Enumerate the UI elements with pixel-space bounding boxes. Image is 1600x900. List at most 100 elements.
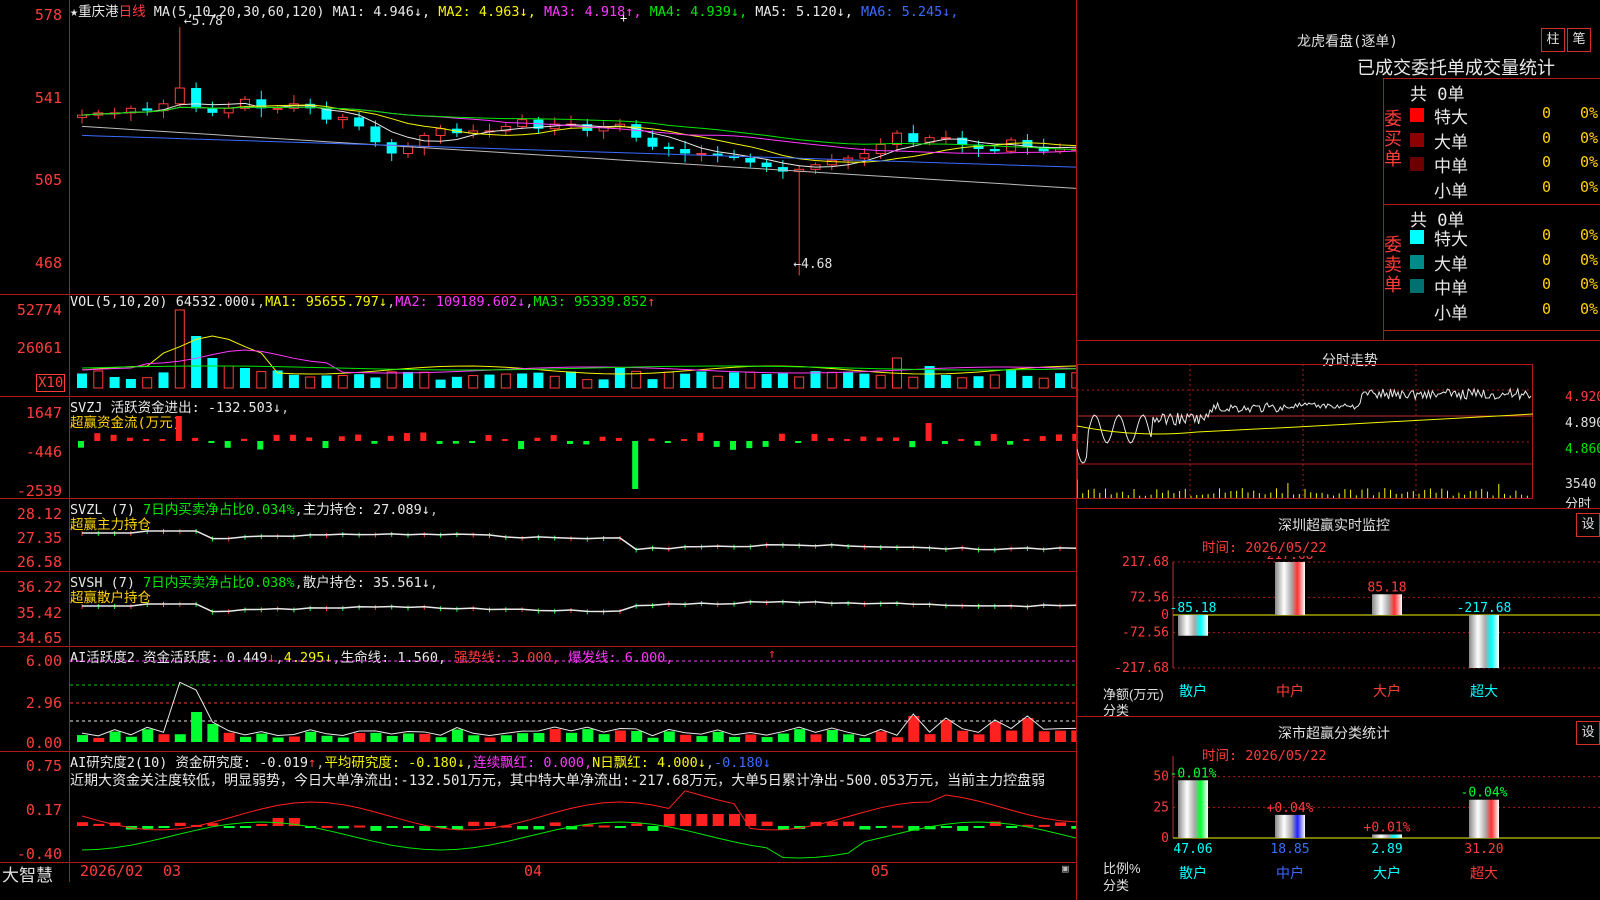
order-stat-row: 小单 0 0%: [1410, 177, 1600, 202]
crosshair-icon: +: [620, 11, 627, 25]
svzj-bar: [1039, 436, 1046, 441]
research-bar: [386, 826, 398, 828]
y-tick: 26.58: [16, 553, 62, 571]
research-bar: [729, 814, 740, 826]
svzj-bar: [534, 437, 541, 441]
svzj-bar: [583, 441, 590, 445]
activity-bar: [142, 729, 154, 742]
fenshi-frame: [1077, 364, 1533, 499]
bar-toggle-button[interactable]: 柱: [1541, 28, 1565, 52]
candle-body-up: [77, 114, 87, 118]
high-marker: ←5.78: [184, 14, 223, 29]
research-bar: [223, 826, 235, 828]
ai-research-chart[interactable]: [70, 751, 1076, 862]
main-y-axis: 578 541 505 468: [0, 0, 68, 294]
bar-y-tick: -72.56: [1122, 626, 1169, 641]
vol-bar-down: [435, 379, 446, 388]
svzj-bar: [1023, 439, 1030, 441]
research-bar: [517, 826, 529, 830]
bar-category-label: 大户: [1373, 865, 1401, 882]
activity-bar: [272, 737, 284, 742]
classify-settings-button[interactable]: 设: [1576, 721, 1600, 745]
bar-category-label: 散户: [1179, 683, 1207, 700]
activity-bar: [712, 731, 724, 742]
bar-category-label: 散户: [1179, 865, 1207, 882]
research-bar: [614, 826, 626, 828]
x-tick: 05: [871, 862, 890, 880]
vol-bar-down: [859, 373, 870, 388]
svzl-chart[interactable]: [70, 498, 1076, 571]
volume-chart[interactable]: [70, 294, 1076, 396]
vol-bar-down: [1006, 370, 1017, 388]
y-tick: 34.65: [16, 629, 62, 647]
svzj-panel[interactable]: 1647 -446 -2539 SVZJ 活跃资金进出: -132.503↓, …: [0, 396, 1077, 500]
intraday-chart[interactable]: [1077, 364, 1600, 500]
bar-y-tick: 217.68: [1122, 556, 1169, 570]
bar-大户: [1372, 594, 1402, 615]
activity-bar: [663, 731, 675, 742]
ai-activity-chart[interactable]: ↑: [70, 646, 1076, 751]
bar-category-label: 中户: [1276, 683, 1304, 700]
research-bar: [158, 826, 170, 828]
svzj-bar: [925, 423, 932, 441]
bar-value-label: -0.04%: [1461, 786, 1508, 801]
svzl-panel[interactable]: 28.12 27.35 26.58 SVZL (7) 7日内买卖净占比0.034…: [0, 498, 1077, 571]
activity-bar: [500, 735, 512, 742]
activity-bar: [745, 734, 757, 742]
tick-toggle-button[interactable]: 笔: [1567, 28, 1591, 52]
volume-panel[interactable]: 52774 26061 X10 VOL(5,10,20) 64532.000↓,…: [0, 294, 1077, 396]
vol-bar-up: [93, 370, 104, 389]
order-count: 0: [1542, 104, 1552, 122]
fenshi-price-line: [1077, 387, 1532, 464]
ai1-y-axis: 6.00 2.96 0.00: [0, 646, 68, 752]
vol-bar-up: [386, 371, 397, 389]
stats-header: 已成交委托单成交量统计: [1357, 58, 1555, 79]
candlestick-chart[interactable]: ←5.78 ←4.68 +: [70, 0, 1076, 294]
svzj-bar: [273, 434, 280, 441]
svzj-bar: [436, 441, 443, 444]
research-bar: [468, 821, 480, 826]
classify-title: 深市超赢分类统计: [1278, 726, 1390, 742]
vol-bar-up: [989, 374, 1000, 389]
vol-bar-down: [843, 371, 854, 388]
monitor-title: 深圳超赢实时监控: [1278, 518, 1390, 534]
lock-icon[interactable]: ▣: [1062, 862, 1069, 875]
vol-bar-down: [191, 336, 202, 388]
activity-bar: [93, 737, 105, 742]
order-stat-row: 特大 0 0%: [1410, 225, 1600, 250]
color-swatch-icon: [1410, 279, 1424, 293]
vol-bar-up: [957, 377, 968, 389]
svsh-chart[interactable]: [70, 571, 1076, 646]
y-tick: 36.22: [16, 578, 62, 596]
activity-bar: [859, 737, 871, 742]
bar-category-label: 大户: [1373, 683, 1401, 700]
svzj-bar: [257, 441, 264, 450]
svsh-panel[interactable]: 36.22 35.42 34.65 SVSH (7) 7日内买卖净占比0.038…: [0, 571, 1077, 647]
activity-bar: [908, 716, 920, 742]
research-bar: [843, 821, 855, 826]
activity-bar: [370, 732, 382, 742]
research-bar: [957, 826, 969, 831]
candle-body-down: [386, 142, 397, 154]
y-tick: 541: [34, 89, 62, 107]
ai-activity-panel[interactable]: 6.00 2.96 0.00 AI活跃度2 资金活跃度: 0.449↓,4.29…: [0, 646, 1077, 752]
svzj-bar: [126, 437, 133, 441]
research-bar: [696, 814, 708, 826]
monitor-settings-button[interactable]: 设: [1576, 513, 1600, 537]
ai-research-panel[interactable]: 0.75 0.17 -0.40 AI研究度2(10) 资金研究度: -0.019…: [0, 751, 1077, 863]
main-chart-panel[interactable]: 578 541 505 468 ★重庆港日线 MA(5,10,20,30,60,…: [0, 0, 1077, 294]
order-size-label: 小单: [1434, 181, 1468, 202]
candle-body-down: [191, 88, 202, 109]
research-bar: [712, 814, 724, 826]
svzj-bar: [746, 441, 753, 449]
svzj-bar: [452, 441, 459, 444]
bar-category-label: 超大: [1470, 866, 1498, 882]
vol-bar-down: [729, 372, 739, 388]
svzj-bar: [632, 441, 639, 489]
candle-body-down: [370, 126, 381, 143]
y-tick: 27.35: [16, 529, 62, 547]
svzj-chart[interactable]: [70, 396, 1076, 498]
svzj-bar: [599, 436, 606, 441]
classify-bar-chart[interactable]: 7550250-0.01%散户47.06+0.04%中户18.85+0.01%大…: [1077, 756, 1600, 900]
research-bar: [354, 825, 366, 828]
